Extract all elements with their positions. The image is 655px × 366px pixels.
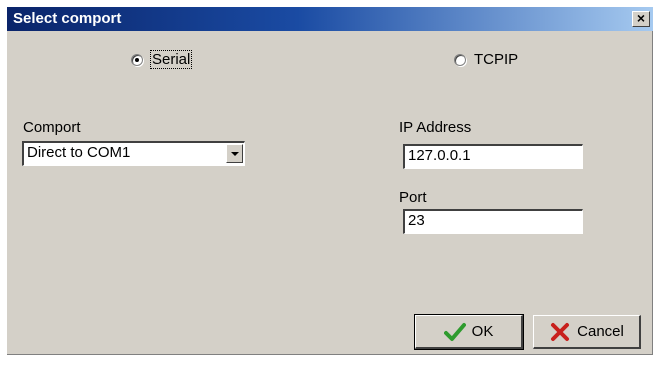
ip-address-field[interactable]: 127.0.0.1 — [403, 144, 583, 169]
ok-label: OK — [471, 323, 494, 340]
comport-select-value: Direct to COM1 — [27, 144, 131, 161]
comport-label: Comport — [23, 119, 81, 136]
serial-radio-label[interactable]: Serial — [149, 50, 193, 69]
port-label: Port — [399, 189, 427, 206]
tcpip-radio-label[interactable]: TCPIP — [474, 51, 518, 68]
port-field[interactable]: 23 — [403, 209, 583, 234]
close-icon: × — [636, 10, 646, 26]
x-icon — [549, 322, 571, 342]
check-icon — [443, 322, 466, 342]
tcpip-radio[interactable]: TCPIP — [454, 51, 518, 68]
title-bar[interactable]: Select comport × — [7, 7, 653, 31]
tcpip-radio-circle[interactable] — [454, 53, 466, 66]
cancel-label: Cancel — [577, 323, 624, 340]
dialog-title: Select comport — [13, 10, 122, 27]
ip-address-value: 127.0.0.1 — [408, 147, 471, 164]
port-value: 23 — [408, 212, 425, 229]
comport-select[interactable]: Direct to COM1 — [22, 141, 245, 166]
ok-button[interactable]: OK — [414, 314, 524, 350]
ip-address-label: IP Address — [399, 119, 472, 136]
serial-radio[interactable]: Serial — [131, 50, 193, 69]
dropdown-arrow-icon[interactable] — [226, 144, 243, 163]
cancel-button[interactable]: Cancel — [533, 315, 641, 349]
serial-radio-circle[interactable] — [131, 53, 143, 66]
select-comport-dialog: Select comport × Serial TCPIP Comport Di… — [7, 7, 653, 355]
close-button[interactable]: × — [632, 11, 650, 27]
